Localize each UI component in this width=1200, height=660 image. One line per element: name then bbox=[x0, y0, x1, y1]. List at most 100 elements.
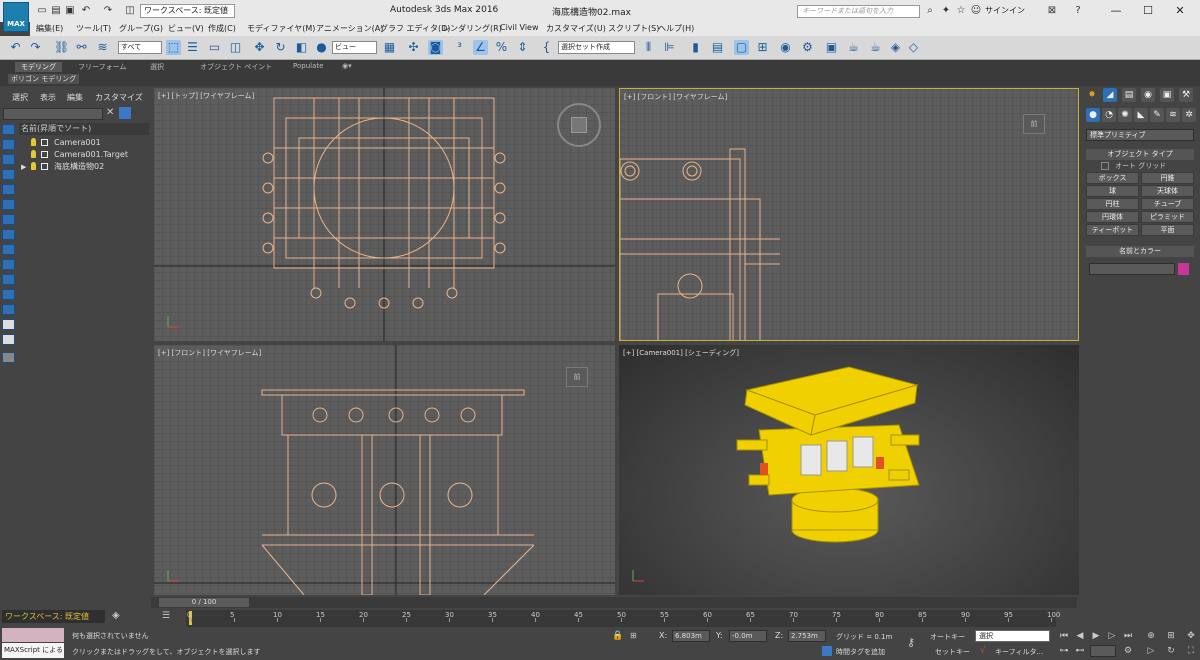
torus-button[interactable]: 円環体 bbox=[1086, 211, 1139, 223]
align-icon[interactable]: ⊫ bbox=[662, 40, 677, 55]
current-frame-input[interactable] bbox=[1090, 645, 1116, 657]
primitive-category-select[interactable]: 標準プリミティブ bbox=[1086, 129, 1194, 141]
object-type-rollout[interactable]: オブジェクト タイプ bbox=[1086, 149, 1194, 160]
box-button[interactable]: ボックス bbox=[1086, 172, 1139, 184]
toggle-ribbon-icon[interactable]: ▤ bbox=[710, 40, 725, 55]
app-logo[interactable]: MAX bbox=[3, 2, 29, 32]
tab-object-paint[interactable]: オブジェクト ペイント bbox=[200, 62, 272, 72]
sphere-button[interactable]: 球 bbox=[1086, 185, 1139, 197]
mirror-icon[interactable]: ⫴ bbox=[641, 40, 656, 55]
viewcube-top[interactable] bbox=[557, 103, 601, 147]
set-key-button[interactable]: セットキー bbox=[935, 647, 970, 657]
pyramid-button[interactable]: ピラミッド bbox=[1141, 211, 1194, 223]
rotate-icon[interactable]: ↻ bbox=[273, 40, 288, 55]
time-slider-thumb[interactable]: 0 / 100 bbox=[159, 598, 249, 607]
name-color-rollout[interactable]: 名前とカラー bbox=[1086, 246, 1194, 257]
helpers-icon[interactable]: ✎ bbox=[1150, 108, 1164, 122]
rendered-frame-icon[interactable]: ▣ bbox=[824, 40, 839, 55]
bind-spacewarp-icon[interactable]: ≋ bbox=[95, 40, 110, 55]
viewcube-front-bottom[interactable]: 前 bbox=[566, 367, 588, 387]
key-filters-button[interactable]: キーフィルタ... bbox=[995, 647, 1043, 657]
material-editor-icon[interactable]: ◉ bbox=[778, 40, 793, 55]
se-menu-select[interactable]: 選択 bbox=[12, 92, 28, 103]
scene-item-structure[interactable]: ▶ 海底構造物02 bbox=[19, 161, 149, 173]
filter-helpers-icon[interactable] bbox=[2, 184, 15, 195]
angle-snap-icon[interactable]: ∠ bbox=[473, 40, 488, 55]
play-icon[interactable]: ▶ bbox=[1090, 630, 1102, 642]
a360-render-icon[interactable]: ◇ bbox=[906, 40, 921, 55]
maximize-viewport-icon[interactable]: ⛶ bbox=[1185, 645, 1197, 657]
keyboard-shortcut-icon[interactable]: ◙ bbox=[428, 40, 443, 55]
tab-selection[interactable]: 選択 bbox=[150, 62, 164, 72]
filter-spacewarps-icon[interactable] bbox=[2, 199, 15, 210]
star-icon[interactable]: ☆ bbox=[955, 5, 967, 17]
workspace-selector-bottom[interactable]: ワークスペース: 既定値 bbox=[2, 610, 105, 623]
minimize-button[interactable]: — bbox=[1100, 0, 1132, 22]
maxscript-listener[interactable] bbox=[2, 628, 64, 642]
menu-view[interactable]: ビュー(V) bbox=[168, 23, 204, 34]
time-slider[interactable]: 0 / 100 bbox=[151, 597, 1077, 608]
hierarchy-tab-icon[interactable]: ▤ bbox=[1122, 88, 1136, 102]
filter-none-icon[interactable] bbox=[2, 319, 15, 330]
zoom-extents-icon[interactable]: ⊕ bbox=[1145, 630, 1157, 642]
pan-view-icon[interactable]: ✥ bbox=[1185, 630, 1197, 642]
teapot-button[interactable]: ティーポット bbox=[1086, 224, 1139, 236]
named-selection-select[interactable]: 選択セット作成 bbox=[558, 41, 635, 54]
scene-item-camera[interactable]: Camera001 bbox=[19, 137, 149, 149]
field-of-view-icon[interactable]: ▷ bbox=[1145, 645, 1157, 657]
absolute-mode-icon[interactable]: ⊞ bbox=[630, 631, 637, 640]
unlink-icon[interactable]: ⚯ bbox=[74, 40, 89, 55]
filter-containers-icon[interactable] bbox=[2, 259, 15, 270]
clear-search-icon[interactable]: ✕ bbox=[106, 107, 114, 118]
filter-geometry-icon[interactable] bbox=[2, 124, 15, 135]
create-tab-icon[interactable]: ✸ bbox=[1085, 88, 1099, 102]
render-iterative-icon[interactable]: ☕ bbox=[868, 40, 883, 55]
filter-hidden-icon[interactable] bbox=[2, 289, 15, 300]
viewcube-front[interactable]: 前 bbox=[1023, 114, 1045, 134]
percent-snap-icon[interactable]: % bbox=[494, 40, 509, 55]
keymode-icon[interactable]: ⊷ bbox=[1074, 645, 1086, 657]
timeline-track[interactable]: 0 5 10 15 20 25 30 35 40 45 50 55 60 65 70 75 80 85 90 95 10… bbox=[186, 610, 1060, 627]
undo-icon[interactable]: ↶ bbox=[80, 5, 92, 17]
schematic-view-icon[interactable]: ⊞ bbox=[755, 40, 770, 55]
tube-button[interactable]: チューブ bbox=[1141, 198, 1194, 210]
search-input[interactable]: キーワードまたは語句を入力 bbox=[797, 5, 920, 18]
filter-all-icon[interactable] bbox=[2, 304, 15, 315]
menu-modifiers[interactable]: モディファイヤ(M) bbox=[247, 23, 315, 34]
select-by-name-icon[interactable]: ☰ bbox=[185, 40, 200, 55]
autogrid-checkbox[interactable] bbox=[1101, 162, 1109, 170]
mini-curve-editor-icon[interactable]: ☰ bbox=[162, 611, 176, 625]
redo-icon[interactable]: ↷ bbox=[102, 5, 114, 17]
filter-xrefs-icon[interactable] bbox=[2, 229, 15, 240]
project-icon[interactable]: ◫ bbox=[124, 5, 136, 17]
systems-icon[interactable]: ✲ bbox=[1182, 108, 1196, 122]
scene-item-camera-target[interactable]: Camera001.Target bbox=[19, 149, 149, 161]
utilities-tab-icon[interactable]: ⚒ bbox=[1179, 88, 1193, 102]
filter-shapes-icon[interactable] bbox=[2, 139, 15, 150]
time-tag-icon[interactable] bbox=[822, 646, 832, 656]
geometry-icon[interactable]: ● bbox=[1086, 108, 1100, 122]
shapes-icon[interactable]: ◔ bbox=[1102, 108, 1116, 122]
object-color-swatch[interactable] bbox=[1178, 263, 1189, 275]
tab-modeling[interactable]: モデリング bbox=[15, 62, 62, 72]
spacewarps-icon[interactable]: ≋ bbox=[1166, 108, 1180, 122]
menu-civil-view[interactable]: Civil View bbox=[500, 23, 539, 32]
viewport-front-right[interactable]: [+] [フロント] [ワイヤフレーム] 前 bbox=[619, 88, 1079, 341]
viewport-front-bottom[interactable]: [+] [フロント] [ワイヤフレーム] 前 bbox=[154, 345, 615, 595]
cylinder-button[interactable]: 円柱 bbox=[1086, 198, 1139, 210]
user-icon[interactable]: ☺ bbox=[970, 5, 982, 17]
prev-frame-icon[interactable]: ◀ bbox=[1074, 630, 1086, 642]
cameras-icon[interactable]: ◣ bbox=[1134, 108, 1148, 122]
menu-customize[interactable]: カスタマイズ(U) bbox=[546, 23, 606, 34]
geosphere-button[interactable]: 天球体 bbox=[1141, 185, 1194, 197]
rect-region-icon[interactable]: ▭ bbox=[207, 40, 222, 55]
se-menu-customize[interactable]: カスタマイズ bbox=[95, 92, 143, 103]
filter-groups-icon[interactable] bbox=[2, 214, 15, 225]
pivot-center-icon[interactable]: ▦ bbox=[382, 40, 397, 55]
menu-animation[interactable]: アニメーション(A) bbox=[316, 23, 383, 34]
reference-coord-select[interactable]: ビュー bbox=[332, 41, 377, 54]
select-object-icon[interactable]: ⬚ bbox=[166, 40, 181, 55]
x-coord-input[interactable]: 6.803m bbox=[672, 630, 710, 642]
menu-graph-editors[interactable]: グラフ エディタ(D) bbox=[380, 23, 450, 34]
scene-list-header[interactable]: 名前(昇順でソート) bbox=[19, 123, 149, 135]
